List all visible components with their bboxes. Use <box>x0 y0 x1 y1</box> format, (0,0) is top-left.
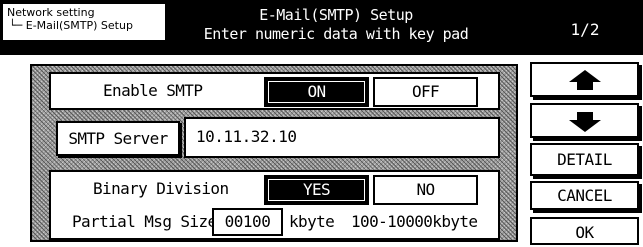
scroll-up-button[interactable] <box>530 62 639 97</box>
binary-division-section: Binary Division YES NO Partial Msg Size … <box>49 170 500 240</box>
page-title-block: E-Mail(SMTP) Setup Enter numeric data wi… <box>175 6 497 44</box>
smtp-on-button[interactable]: ON <box>264 77 369 107</box>
detail-button[interactable]: DETAIL <box>530 143 639 176</box>
size-range-label: 100-10000kbyte <box>351 212 478 231</box>
breadcrumb-root: Network setting <box>7 6 95 19</box>
page-indicator: 1/2 <box>570 20 600 39</box>
smtp-server-button[interactable]: SMTP Server <box>56 121 180 156</box>
smtp-server-field[interactable]: 10.11.32.10 <box>184 117 500 158</box>
size-unit-label: kbyte <box>289 212 335 231</box>
page-instruction: Enter numeric data with key pad <box>203 25 469 43</box>
smtp-server-value: 10.11.32.10 <box>196 127 297 146</box>
cancel-button[interactable]: CANCEL <box>530 181 639 210</box>
breadcrumb-current: └─ E-Mail(SMTP) Setup <box>9 19 133 32</box>
smtp-off-button[interactable]: OFF <box>373 77 478 107</box>
binary-division-label: Binary Division <box>93 179 229 198</box>
scroll-down-button[interactable] <box>530 103 639 138</box>
binary-yes-button[interactable]: YES <box>264 175 369 205</box>
ok-button[interactable]: OK <box>530 217 639 245</box>
page-title: E-Mail(SMTP) Setup <box>259 6 413 24</box>
binary-no-button[interactable]: NO <box>373 175 478 205</box>
enable-smtp-row: Enable SMTP ON OFF <box>49 72 500 110</box>
arrow-up-icon <box>568 70 601 90</box>
partial-msg-size-label: Partial Msg Size <box>72 212 217 231</box>
breadcrumb: Network setting └─ E-Mail(SMTP) Setup <box>2 3 166 41</box>
partial-msg-size-field[interactable]: 00100 <box>212 208 283 236</box>
partial-msg-size-value: 00100 <box>224 212 271 231</box>
enable-smtp-label: Enable SMTP <box>103 81 203 100</box>
arrow-down-icon <box>568 112 601 132</box>
settings-panel: Enable SMTP ON OFF SMTP Server 10.11.32.… <box>30 64 518 242</box>
header-bar: Network setting └─ E-Mail(SMTP) Setup E-… <box>0 0 643 55</box>
